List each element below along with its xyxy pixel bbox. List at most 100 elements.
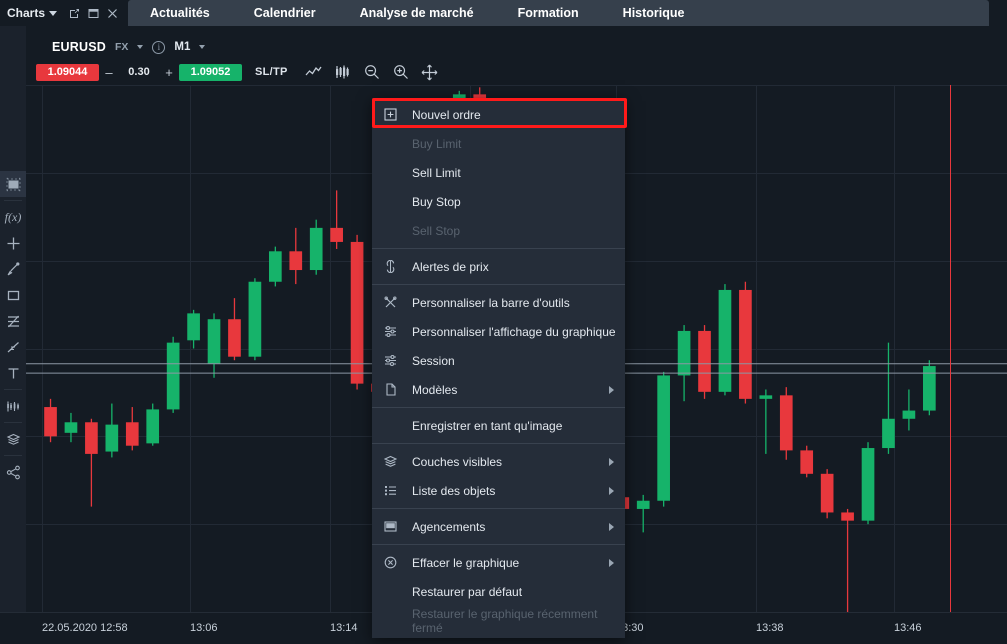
charts-menu-label: Charts	[7, 6, 46, 20]
tab-historique[interactable]: Historique	[601, 0, 707, 26]
deal-row: 1.09044 – 0.30 + 1.09052 SL/TP	[36, 61, 442, 83]
popout-icon[interactable]	[69, 8, 80, 19]
submenu-arrow-icon	[609, 385, 614, 394]
time-axis-label: 13:46	[894, 622, 922, 634]
time-axis-label: 13:38	[756, 622, 784, 634]
zoom-out-icon[interactable]	[360, 61, 384, 83]
chevron-down-icon	[49, 10, 58, 16]
clear-chart-icon	[384, 556, 404, 569]
menu-item-personnaliser-laffichage-du-graphique[interactable]: Personnaliser l'affichage du graphique	[372, 317, 625, 346]
left-toolbar: f(x)	[0, 26, 26, 644]
text-tool[interactable]	[0, 360, 26, 386]
rail-divider	[4, 200, 22, 201]
submenu-arrow-icon	[609, 457, 614, 466]
tab-label: Calendrier	[253, 6, 316, 20]
crosshair-plus-tool[interactable]	[0, 230, 26, 256]
charts-menu-button[interactable]: Charts	[0, 0, 63, 26]
pointer-tool[interactable]	[0, 256, 26, 282]
top-bar: Charts Actualités Calendrier Analyse de …	[0, 0, 1007, 26]
menu-item-label: Personnaliser la barre d'outils	[412, 295, 570, 310]
menu-item-enregistrer-en-tant-quimage[interactable]: Enregistrer en tant qu'image	[372, 411, 625, 440]
rail-divider	[4, 422, 22, 423]
menu-item-buy-limit: Buy Limit	[372, 129, 625, 158]
menu-item-label: Agencements	[412, 519, 486, 534]
menu-item-label: Personnaliser l'affichage du graphique	[412, 324, 616, 339]
menu-item-label: Sell Limit	[412, 165, 461, 180]
menu-item-liste-des-objets[interactable]: Liste des objets	[372, 476, 625, 505]
menu-item-label: Modèles	[412, 382, 458, 397]
info-icon[interactable]: i	[152, 40, 166, 54]
buy-price-button[interactable]: 1.09052	[179, 63, 242, 81]
tab-analyse-de-marche[interactable]: Analyse de marché	[338, 0, 496, 26]
layout-icon	[384, 520, 404, 533]
tools-icon	[384, 296, 404, 309]
menu-item-label: Liste des objets	[412, 483, 496, 498]
chevron-down-icon[interactable]	[199, 45, 206, 49]
menu-item-personnaliser-la-barre-doutils[interactable]: Personnaliser la barre d'outils	[372, 288, 625, 317]
time-axis-label: 13:06	[190, 622, 218, 634]
crosshair-move-icon[interactable]	[418, 61, 442, 83]
submenu-arrow-icon	[609, 522, 614, 531]
menu-item-sell-limit[interactable]: Sell Limit	[372, 158, 625, 187]
menu-item-mod-les[interactable]: Modèles	[372, 375, 625, 404]
function-fx-tool[interactable]: f(x)	[0, 204, 26, 230]
menu-item-label: Session	[412, 353, 455, 368]
alert-bell-icon	[384, 260, 404, 273]
menu-item-alertes-de-prix[interactable]: Alertes de prix	[372, 252, 625, 281]
menu-item-label: Buy Stop	[412, 194, 461, 209]
menu-item-label: Couches visibles	[412, 454, 503, 469]
menu-item-session[interactable]: Session	[372, 346, 625, 375]
tab-label: Historique	[622, 6, 685, 20]
layers-icon	[384, 455, 404, 468]
tab-formation[interactable]: Formation	[496, 0, 601, 26]
menu-item-restaurer-le-graphique-r-cemment-ferm: Restaurer le graphique récemment fermé	[372, 606, 625, 635]
chart-context-menu[interactable]: Nouvel ordre Buy Limit Sell Limit Buy Stop S…	[372, 98, 625, 638]
volume-value[interactable]: 0.30	[119, 66, 159, 78]
menu-item-buy-stop[interactable]: Buy Stop	[372, 187, 625, 216]
menu-item-label: Sell Stop	[412, 223, 461, 238]
tab-actualites[interactable]: Actualités	[128, 0, 232, 26]
close-icon[interactable]	[107, 8, 118, 19]
list-icon	[384, 484, 404, 497]
menu-item-agencements[interactable]: Agencements	[372, 512, 625, 541]
chart-tool-icons	[302, 61, 442, 83]
submenu-arrow-icon	[609, 486, 614, 495]
symbol-name[interactable]: EURUSD	[52, 40, 106, 54]
candlestick-chart-icon[interactable]	[331, 61, 355, 83]
crosshair-select-tool[interactable]	[0, 171, 26, 197]
volume-decrement-button[interactable]: –	[99, 65, 119, 80]
menu-item-label: Alertes de prix	[412, 259, 489, 274]
window-controls	[63, 0, 128, 26]
zoom-in-icon[interactable]	[389, 61, 413, 83]
new-order-icon	[384, 108, 404, 121]
sliders-icon	[384, 325, 404, 338]
menu-item-couches-visibles[interactable]: Couches visibles	[372, 447, 625, 476]
menu-separator	[372, 443, 625, 444]
indicator-tool[interactable]	[0, 393, 26, 419]
timeframe-label[interactable]: M1	[174, 41, 190, 53]
tab-label: Analyse de marché	[359, 6, 474, 20]
tab-label: Formation	[517, 6, 579, 20]
chevron-down-icon[interactable]	[137, 45, 144, 49]
line-chart-icon[interactable]	[302, 61, 326, 83]
tab-label: Actualités	[150, 6, 210, 20]
rectangle-tool[interactable]	[0, 282, 26, 308]
trendline-tool[interactable]	[0, 334, 26, 360]
rail-divider	[4, 455, 22, 456]
sell-price-button[interactable]: 1.09044	[36, 63, 99, 81]
sltp-button[interactable]: SL/TP	[255, 66, 288, 78]
time-axis-label: 13:14	[330, 622, 358, 634]
volume-increment-button[interactable]: +	[159, 65, 179, 80]
fibonacci-tool[interactable]	[0, 308, 26, 334]
tab-calendrier[interactable]: Calendrier	[232, 0, 338, 26]
menu-separator	[372, 284, 625, 285]
share-tool[interactable]	[0, 459, 26, 485]
menu-item-effacer-le-graphique[interactable]: Effacer le graphique	[372, 548, 625, 577]
menu-item-nouvel-ordre[interactable]: Nouvel ordre	[372, 100, 625, 129]
minimize-icon[interactable]	[88, 8, 99, 19]
menu-separator	[372, 508, 625, 509]
layers-tool[interactable]	[0, 426, 26, 452]
menu-item-restaurer-par-d-faut[interactable]: Restaurer par défaut	[372, 577, 625, 606]
document-icon	[384, 383, 404, 396]
menu-item-label: Buy Limit	[412, 136, 462, 151]
